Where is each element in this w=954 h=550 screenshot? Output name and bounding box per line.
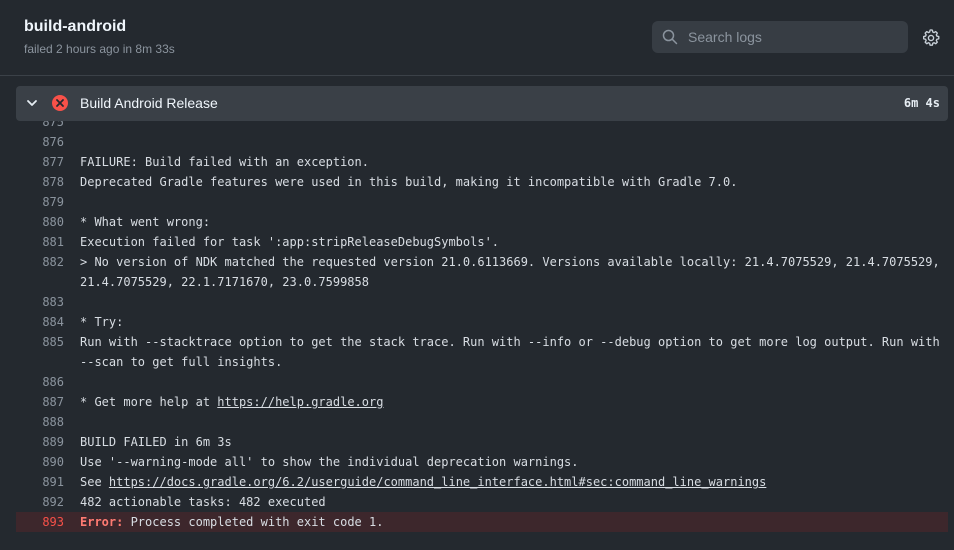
- search-box[interactable]: [652, 21, 908, 53]
- line-number[interactable]: 890: [16, 452, 64, 472]
- log-text-content: * Try:: [80, 315, 124, 329]
- line-number[interactable]: 888: [16, 412, 64, 432]
- log-text: Deprecated Gradle features were used in …: [64, 172, 948, 192]
- log-line: 885 Run with --stacktrace option to get t…: [16, 332, 948, 372]
- failed-icon: [52, 95, 68, 111]
- job-title: build-android: [24, 18, 127, 35]
- log-text: * Get more help at https://help.gradle.o…: [64, 392, 948, 412]
- log-line: 880 * What went wrong:: [16, 212, 948, 232]
- step-header[interactable]: Build Android Release 6m 4s: [16, 86, 948, 121]
- error-label: Error:: [80, 515, 124, 529]
- log-text: BUILD FAILED in 6m 3s: [64, 432, 948, 452]
- log-line: 884 * Try:: [16, 312, 948, 332]
- line-number[interactable]: 885: [16, 332, 64, 372]
- log-line: 882 > No version of NDK matched the reque…: [16, 252, 948, 292]
- log-text-content: Execution failed for task ':app:stripRel…: [80, 235, 500, 249]
- log-text-content: FAILURE: Build failed with an exception.: [80, 155, 369, 169]
- line-number[interactable]: 876: [16, 132, 64, 152]
- log-text: Execution failed for task ':app:stripRel…: [64, 232, 948, 252]
- line-number[interactable]: 880: [16, 212, 64, 232]
- line-number[interactable]: 875: [16, 121, 64, 132]
- log-text-content: > No version of NDK matched the requeste…: [80, 255, 947, 289]
- log-line: 891 See https://docs.gradle.org/6.2/userg…: [16, 472, 948, 492]
- log-text: Error: Process completed with exit code …: [64, 512, 948, 532]
- line-number[interactable]: 889: [16, 432, 64, 452]
- search-icon: [662, 29, 678, 45]
- line-number[interactable]: 891: [16, 472, 64, 492]
- log-line: 881 Execution failed for task ':app:strip…: [16, 232, 948, 252]
- log-text-content: Process completed with exit code 1.: [123, 515, 384, 529]
- log-text-content: * Get more help at: [80, 395, 218, 409]
- log-text: * Try:: [64, 312, 948, 332]
- log-text-content: Run with --stacktrace option to get the …: [80, 335, 947, 369]
- log-link[interactable]: https://docs.gradle.org/6.2/userguide/co…: [109, 475, 766, 489]
- log-link[interactable]: https://help.gradle.org: [217, 395, 383, 409]
- log-line: 879: [16, 192, 948, 212]
- chevron-down-icon[interactable]: [26, 97, 38, 109]
- log-text-content: Deprecated Gradle features were used in …: [80, 175, 738, 189]
- line-number[interactable]: 882: [16, 252, 64, 292]
- line-number[interactable]: 883: [16, 292, 64, 312]
- log-line: 883: [16, 292, 948, 312]
- log-text-content: See: [80, 475, 109, 489]
- log-line: 878 Deprecated Gradle features were used …: [16, 172, 948, 192]
- log-lines: 875 876 877 FAILURE: Build failed with an e…: [16, 121, 948, 532]
- log-line: 888: [16, 412, 948, 432]
- log-text: Use '--warning-mode all' to show the ind…: [64, 452, 948, 472]
- log-output[interactable]: 875 876 877 FAILURE: Build failed with an e…: [16, 121, 948, 550]
- log-text: > No version of NDK matched the requeste…: [64, 252, 948, 292]
- line-number[interactable]: 892: [16, 492, 64, 512]
- job-header: build-android failed 2 hours ago in 8m 3…: [0, 0, 954, 76]
- log-text: Run with --stacktrace option to get the …: [64, 332, 948, 372]
- log-text-content: Use '--warning-mode all' to show the ind…: [80, 455, 579, 469]
- line-number[interactable]: 893: [16, 512, 64, 532]
- log-line: 886: [16, 372, 948, 392]
- log-line: 887 * Get more help at https://help.gradl…: [16, 392, 948, 412]
- job-status-line: failed 2 hours ago in 8m 33s: [24, 42, 175, 56]
- log-text: 482 actionable tasks: 482 executed: [64, 492, 948, 512]
- log-line: 892 482 actionable tasks: 482 executed: [16, 492, 948, 512]
- log-line: 875: [16, 121, 948, 132]
- line-number[interactable]: 879: [16, 192, 64, 212]
- search-input[interactable]: [686, 22, 900, 52]
- line-number[interactable]: 877: [16, 152, 64, 172]
- log-text-content: BUILD FAILED in 6m 3s: [80, 435, 232, 449]
- line-number[interactable]: 878: [16, 172, 64, 192]
- log-line-error: 893 Error: Process completed with exit co…: [16, 512, 948, 532]
- line-number[interactable]: 887: [16, 392, 64, 412]
- log-line: 876: [16, 132, 948, 152]
- log-text-content: * What went wrong:: [80, 215, 211, 229]
- log-line: 877 FAILURE: Build failed with an excepti…: [16, 152, 948, 172]
- log-text: FAILURE: Build failed with an exception.: [64, 152, 948, 172]
- line-number[interactable]: 881: [16, 232, 64, 252]
- line-number[interactable]: 884: [16, 312, 64, 332]
- log-line: 890 Use '--warning-mode all' to show the …: [16, 452, 948, 472]
- log-text-content: 482 actionable tasks: 482 executed: [80, 495, 326, 509]
- step-duration: 6m 4s: [903, 96, 940, 110]
- gear-icon[interactable]: [922, 29, 940, 47]
- log-text: See https://docs.gradle.org/6.2/userguid…: [64, 472, 948, 492]
- log-line: 889 BUILD FAILED in 6m 3s: [16, 432, 948, 452]
- step-title: Build Android Release: [80, 95, 218, 111]
- log-text: * What went wrong:: [64, 212, 948, 232]
- line-number[interactable]: 886: [16, 372, 64, 392]
